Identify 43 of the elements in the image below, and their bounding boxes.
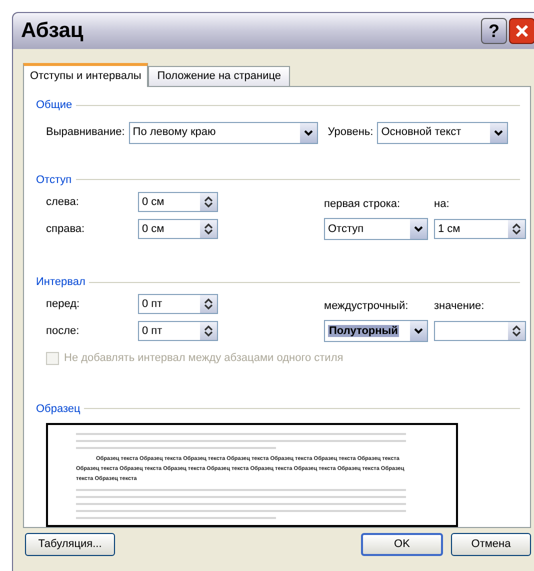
dialog-button[interactable]: OK [361, 533, 443, 556]
spinner-arrows-icon[interactable] [204, 325, 213, 338]
tab[interactable]: Отступы и интервалы [23, 63, 148, 87]
dialog-button[interactable]: Табуляция... [25, 533, 115, 556]
field-label: Уровень: [328, 125, 374, 140]
spinner-arrows-icon[interactable] [204, 196, 213, 208]
section-title: Отступ [36, 172, 72, 188]
spin-box[interactable]: 0 см [138, 192, 218, 212]
spin-box[interactable]: 0 пт [138, 294, 218, 314]
close-button[interactable] [509, 18, 534, 44]
window-title: Абзац [21, 18, 84, 44]
spinner-arrows-icon[interactable] [204, 298, 213, 310]
spin-box[interactable]: 0 пт [138, 321, 218, 342]
field-label: на: [434, 196, 450, 212]
dropdown[interactable]: Основной текст [377, 122, 508, 144]
field-label: Выравнивание: [46, 125, 125, 140]
spin-box[interactable]: 0 см [138, 219, 218, 240]
spin-box[interactable]: 1 см [434, 219, 526, 240]
chevron-down-icon[interactable] [414, 328, 423, 334]
section-title: Общие [36, 98, 72, 113]
dropdown[interactable]: По левому краю [128, 122, 318, 144]
chevron-down-icon[interactable] [414, 226, 423, 232]
field-label: после: [46, 324, 80, 340]
spinner-arrows-icon[interactable] [512, 223, 521, 236]
section-title: Образец [36, 402, 80, 417]
chevron-down-icon[interactable] [304, 130, 313, 136]
help-button[interactable]: ? [481, 18, 507, 44]
field-label: первая строка: [324, 196, 402, 212]
checkbox-label: Не добавлять интервал между абзацами одного стиля [64, 351, 344, 366]
field-label: значение: [434, 298, 486, 314]
field-label: слева: [46, 194, 80, 210]
chevron-down-icon[interactable] [494, 130, 504, 136]
spinner-arrows-icon[interactable] [512, 325, 521, 338]
section-title: Интервал [36, 274, 86, 290]
dialog-button[interactable]: Отмена [451, 533, 531, 556]
field-label: перед: [46, 297, 81, 312]
close-icon[interactable] [514, 23, 530, 39]
spinner-arrows-icon[interactable] [204, 223, 213, 236]
dropdown[interactable]: Полуторный [324, 320, 428, 342]
field-label: справа: [46, 222, 86, 237]
dropdown[interactable]: Отступ [324, 218, 428, 240]
tab[interactable]: Положение на странице [148, 66, 290, 86]
field-label: междустрочный: [324, 298, 410, 314]
